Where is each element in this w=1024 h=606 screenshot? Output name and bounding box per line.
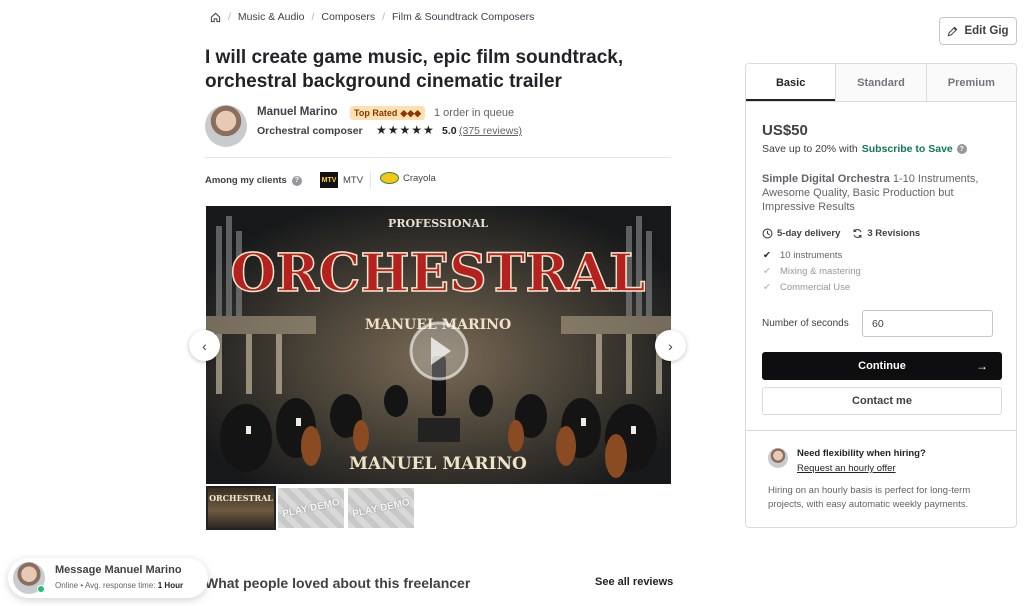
clients-label-text: Among my clients: [205, 175, 287, 186]
edit-gig-label: Edit Gig: [964, 25, 1009, 37]
seller-avatar: [768, 448, 788, 468]
continue-label: Continue: [858, 360, 906, 372]
divider: [205, 157, 671, 158]
arrow-right-icon: →: [976, 359, 988, 373]
badge-diamonds: ◆◆◆: [400, 107, 422, 118]
seconds-input[interactable]: [862, 310, 993, 337]
gig-gallery-main-image[interactable]: PROFESSIONAL ORCHESTRAL MANUEL MARINO MA…: [206, 206, 671, 484]
badge-label: Top Rated: [354, 108, 398, 118]
package-description: Simple Digital Orchestra 1-10 Instrument…: [762, 172, 1002, 214]
message-status: Online • Avg. response time: 1 Hour: [55, 581, 183, 590]
seconds-label: Number of seconds: [762, 318, 849, 329]
feature-item: ✔ Commercial Use: [762, 282, 850, 293]
package-tabs: Basic Standard Premium: [746, 64, 1016, 102]
home-icon[interactable]: [210, 12, 221, 23]
gallery-thumbnail[interactable]: PLAY DEMO: [278, 488, 344, 528]
feature-label: Commercial Use: [780, 282, 851, 293]
request-hourly-offer-link[interactable]: Request an hourly offer: [797, 463, 896, 474]
online-status-icon: [37, 585, 45, 593]
top-rated-badge: Top Rated ◆◆◆: [350, 106, 426, 120]
feature-label: Mixing & mastering: [780, 266, 861, 277]
reviews-link[interactable]: (375 reviews): [459, 125, 522, 137]
check-icon: ✔: [763, 282, 771, 293]
seller-role: Orchestral composer: [257, 125, 363, 137]
tab-standard[interactable]: Standard: [835, 64, 926, 101]
feature-label: 10 instruments: [780, 250, 843, 261]
feature-item: ✔ 10 instruments: [762, 250, 842, 261]
breadcrumb-item-film-soundtrack[interactable]: Film & Soundtrack Composers: [392, 11, 534, 23]
star-rating-icon: ★★★★★: [376, 123, 435, 137]
feature-item: ✔ Mixing & mastering: [762, 266, 861, 277]
gig-title: I will create game music, epic film soun…: [205, 47, 624, 92]
package-name: Simple Digital Orchestra: [762, 173, 890, 185]
clock-icon: [762, 228, 773, 239]
tab-premium[interactable]: Premium: [925, 64, 1016, 101]
poster-small-text: PROFESSIONAL: [388, 217, 488, 230]
revisions: 3 Revisions: [852, 228, 920, 239]
hourly-description: Hiring on an hourly basis is perfect for…: [768, 485, 971, 510]
seller-name[interactable]: Manuel Marino: [257, 106, 338, 118]
status-dot: •: [80, 581, 84, 590]
clients-label: Among my clients ?: [205, 175, 302, 186]
breadcrumb-item-music-audio[interactable]: Music & Audio: [238, 11, 305, 23]
thumb-label: ORCHESTRAL: [209, 493, 273, 503]
hourly-title: Need flexibility when hiring?: [797, 448, 926, 459]
package-panel: Basic Standard Premium US$50 Save up to …: [745, 63, 1017, 528]
pencil-icon: [948, 26, 958, 36]
check-icon: ✔: [763, 250, 771, 261]
response-value: 1 Hour: [157, 581, 184, 590]
message-seller-widget[interactable]: Message Manuel Marino Online • Avg. resp…: [8, 558, 208, 598]
reviews-section-title: What people loved about this freelancer: [205, 575, 471, 591]
crayola-logo-icon: [380, 172, 399, 184]
revisions-label: 3 Revisions: [867, 228, 921, 239]
breadcrumb-separator: /: [311, 11, 315, 23]
client-name: MTV: [343, 174, 364, 186]
poster-footer: MANUEL MARINO: [349, 454, 527, 474]
info-icon[interactable]: ?: [956, 144, 967, 154]
chevron-right-icon: ›: [668, 337, 673, 354]
gallery-prev-button[interactable]: ‹: [189, 330, 220, 361]
breadcrumb-separator: /: [228, 11, 231, 23]
thumb-label: PLAY DEMO: [281, 496, 341, 520]
edit-gig-button[interactable]: Edit Gig: [939, 17, 1017, 45]
contact-me-button[interactable]: Contact me: [762, 387, 1002, 415]
refresh-icon: [853, 229, 862, 238]
delivery-label: 5-day delivery: [777, 228, 841, 239]
check-icon: ✔: [763, 266, 771, 277]
chevron-left-icon: ‹: [202, 337, 207, 354]
poster-title: ORCHESTRAL: [230, 243, 645, 304]
online-label: Online: [55, 581, 79, 590]
gallery-thumbnails: ORCHESTRAL PLAY DEMO PLAY DEMO: [206, 486, 414, 530]
breadcrumb-item-composers[interactable]: Composers: [321, 11, 375, 23]
gallery-thumbnail[interactable]: ORCHESTRAL: [206, 486, 276, 530]
subscribe-save-line: Save up to 20% with Subscribe to Save ?: [762, 143, 967, 155]
order-queue: 1 order in queue: [434, 107, 515, 119]
subscribe-to-save-link[interactable]: Subscribe to Save: [862, 143, 953, 155]
save-text: Save up to 20% with: [762, 143, 858, 155]
client-mtv: MTV MTV: [320, 172, 363, 188]
divider: [746, 430, 1016, 431]
gallery-next-button[interactable]: ›: [655, 330, 686, 361]
continue-button[interactable]: Continue →: [762, 352, 1002, 380]
response-label: Avg. response time:: [84, 581, 156, 590]
package-meta: 5-day delivery 3 Revisions: [762, 228, 920, 239]
seller-avatar[interactable]: [205, 105, 247, 147]
help-icon[interactable]: ?: [291, 175, 302, 186]
client-divider: [370, 172, 371, 188]
gallery-thumbnail[interactable]: PLAY DEMO: [348, 488, 414, 528]
message-title: Message Manuel Marino: [55, 564, 182, 576]
breadcrumb-separator: /: [382, 11, 385, 23]
rating-value: 5.0: [442, 125, 457, 137]
client-crayola: Crayola: [380, 172, 436, 184]
see-all-reviews-link[interactable]: See all reviews: [595, 576, 673, 588]
package-price: US$50: [762, 122, 808, 139]
tab-basic[interactable]: Basic: [746, 64, 836, 101]
mtv-logo-icon: MTV: [320, 172, 338, 188]
client-name: Crayola: [403, 172, 436, 184]
thumb-label: PLAY DEMO: [351, 496, 411, 520]
delivery-time: 5-day delivery: [762, 228, 840, 239]
breadcrumb: / Music & Audio / Composers / Film & Sou…: [210, 11, 534, 23]
